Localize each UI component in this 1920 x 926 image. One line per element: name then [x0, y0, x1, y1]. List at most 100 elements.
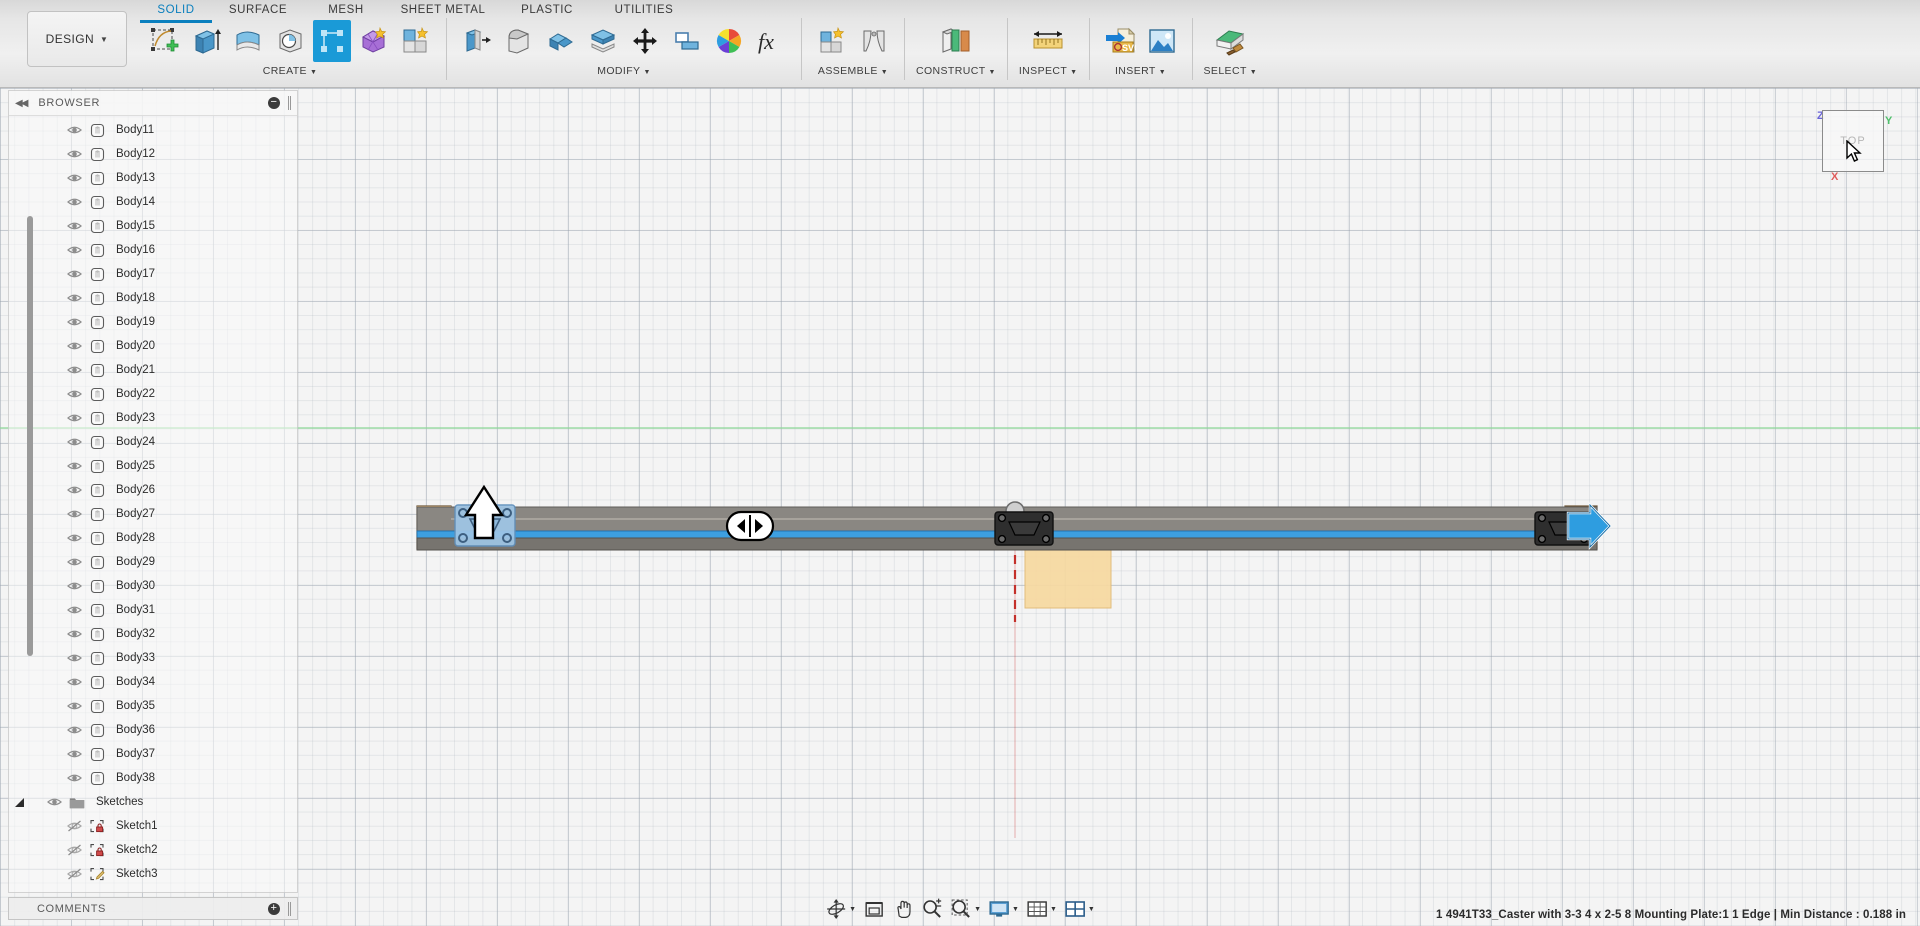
tree-folder-row[interactable]: Sketches: [9, 790, 297, 814]
eye-visible-icon[interactable]: [63, 532, 85, 544]
canvas-image-icon[interactable]: [1143, 20, 1181, 62]
fit-icon[interactable]: ▼: [948, 896, 983, 922]
revolve-icon[interactable]: [229, 20, 267, 62]
align-icon[interactable]: [668, 20, 706, 62]
chevron-down-icon[interactable]: ▼: [1012, 906, 1019, 913]
eye-visible-icon[interactable]: [63, 676, 85, 688]
eye-visible-icon[interactable]: [63, 388, 85, 400]
viewport-layout-icon[interactable]: ▼: [1062, 896, 1097, 922]
eye-visible-icon[interactable]: [63, 724, 85, 736]
add-comment-icon[interactable]: +: [268, 902, 280, 915]
panel-assemble-title[interactable]: ASSEMBLE ▼: [818, 65, 888, 77]
collapse-left-icon[interactable]: ◀◀: [15, 98, 28, 109]
create-sketch-icon[interactable]: [145, 20, 183, 62]
eye-visible-icon[interactable]: [63, 220, 85, 232]
eye-visible-icon[interactable]: [63, 316, 85, 328]
chevron-down-icon[interactable]: ▼: [974, 906, 981, 913]
panel-inspect-title[interactable]: INSPECT ▼: [1019, 65, 1078, 77]
measure-icon[interactable]: [1029, 20, 1067, 62]
tree-item-row[interactable]: Body33: [9, 646, 297, 670]
eye-visible-icon[interactable]: [63, 436, 85, 448]
panel-insert-title[interactable]: INSERT ▼: [1115, 65, 1166, 77]
new-component-icon[interactable]: [813, 20, 851, 62]
move-copy-icon[interactable]: [626, 20, 664, 62]
tree-item-row[interactable]: Body15: [9, 214, 297, 238]
eye-hidden-icon[interactable]: [63, 844, 85, 856]
eye-visible-icon[interactable]: [63, 124, 85, 136]
eye-visible-icon[interactable]: [43, 796, 65, 808]
tree-item-row[interactable]: Body37: [9, 742, 297, 766]
tree-item-row[interactable]: Body26: [9, 478, 297, 502]
select-paint-icon[interactable]: [1211, 20, 1249, 62]
eye-hidden-icon[interactable]: [63, 820, 85, 832]
tree-item-row[interactable]: Body23: [9, 406, 297, 430]
eye-visible-icon[interactable]: [63, 196, 85, 208]
tree-item-row[interactable]: Body30: [9, 574, 297, 598]
panel-create-title[interactable]: CREATE ▼: [263, 65, 318, 77]
appearance-icon[interactable]: [710, 20, 748, 62]
workspace-switcher-button[interactable]: DESIGN ▼: [27, 11, 127, 67]
tree-item-row[interactable]: Body13: [9, 166, 297, 190]
eye-visible-icon[interactable]: [63, 244, 85, 256]
eye-visible-icon[interactable]: [63, 580, 85, 592]
tree-item-row[interactable]: Body17: [9, 262, 297, 286]
panel-construct-title[interactable]: CONSTRUCT ▼: [916, 65, 996, 77]
tree-item-row[interactable]: Body18: [9, 286, 297, 310]
chevron-down-icon[interactable]: ▼: [1050, 906, 1057, 913]
press-pull-icon[interactable]: [458, 20, 496, 62]
eye-visible-icon[interactable]: [63, 340, 85, 352]
comments-resize-grip[interactable]: [288, 901, 291, 916]
tree-item-row[interactable]: Body34: [9, 670, 297, 694]
eye-visible-icon[interactable]: [63, 628, 85, 640]
shell-icon[interactable]: [542, 20, 580, 62]
chevron-down-icon[interactable]: ▼: [1088, 906, 1095, 913]
change-parameters-icon[interactable]: fx: [752, 20, 790, 62]
tree-item-row[interactable]: Body24: [9, 430, 297, 454]
tree-item-row[interactable]: Sketch1: [9, 814, 297, 838]
eye-visible-icon[interactable]: [63, 412, 85, 424]
offset-face-icon[interactable]: [584, 20, 622, 62]
tree-item-row[interactable]: Body12: [9, 142, 297, 166]
extrude-icon[interactable]: [187, 20, 225, 62]
create-box-icon[interactable]: [397, 20, 435, 62]
eye-visible-icon[interactable]: [63, 484, 85, 496]
tree-item-row[interactable]: Body16: [9, 238, 297, 262]
panel-select-title[interactable]: SELECT ▼: [1204, 65, 1258, 77]
tree-item-row[interactable]: Body29: [9, 550, 297, 574]
eye-visible-icon[interactable]: [63, 508, 85, 520]
eye-visible-icon[interactable]: [63, 172, 85, 184]
look-at-icon[interactable]: [861, 896, 887, 922]
grid-snaps-icon[interactable]: ▼: [1024, 896, 1059, 922]
display-settings-icon[interactable]: ▼: [986, 896, 1021, 922]
eye-visible-icon[interactable]: [63, 556, 85, 568]
tree-item-row[interactable]: Body20: [9, 334, 297, 358]
eye-visible-icon[interactable]: [63, 700, 85, 712]
joint-icon[interactable]: [855, 20, 893, 62]
tree-item-row[interactable]: Body25: [9, 454, 297, 478]
eye-visible-icon[interactable]: [63, 772, 85, 784]
tree-item-row[interactable]: Body21: [9, 358, 297, 382]
tree-scrollbar[interactable]: [27, 216, 33, 656]
tree-item-row[interactable]: Sketch2: [9, 838, 297, 862]
orbit-icon[interactable]: ▼: [823, 896, 858, 922]
create-form-icon[interactable]: [355, 20, 393, 62]
tree-item-row[interactable]: Body32: [9, 622, 297, 646]
insert-svg-icon[interactable]: SVG: [1101, 20, 1139, 62]
minimize-icon[interactable]: −: [268, 97, 280, 109]
tree-item-row[interactable]: Body22: [9, 382, 297, 406]
eye-visible-icon[interactable]: [63, 292, 85, 304]
tree-item-row[interactable]: Body35: [9, 694, 297, 718]
offset-plane-icon[interactable]: [937, 20, 975, 62]
hole-icon[interactable]: [271, 20, 309, 62]
rectangular-pattern-icon[interactable]: [313, 20, 351, 62]
expand-triangle-icon[interactable]: [9, 797, 29, 808]
fillet-icon[interactable]: [500, 20, 538, 62]
eye-visible-icon[interactable]: [63, 148, 85, 160]
eye-visible-icon[interactable]: [63, 364, 85, 376]
eye-visible-icon[interactable]: [63, 604, 85, 616]
tree-item-row[interactable]: Body38: [9, 766, 297, 790]
eye-hidden-icon[interactable]: [63, 868, 85, 880]
tree-item-row[interactable]: Body31: [9, 598, 297, 622]
eye-visible-icon[interactable]: [63, 460, 85, 472]
eye-visible-icon[interactable]: [63, 268, 85, 280]
